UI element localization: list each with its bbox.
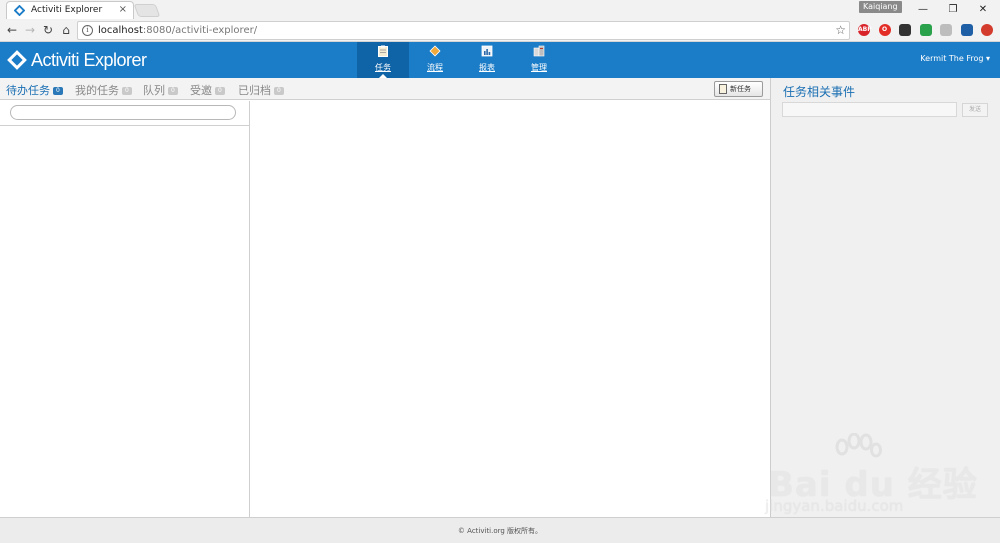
save-icon[interactable] <box>960 24 973 36</box>
process-diamond-icon <box>429 45 441 57</box>
opera-icon[interactable]: O <box>878 24 891 36</box>
window-close-icon[interactable]: ✕ <box>969 1 997 18</box>
report-chart-icon <box>481 45 493 57</box>
adblock-plus-icon[interactable]: ABP <box>858 24 872 36</box>
send-event-button[interactable]: 发送 <box>962 103 988 117</box>
count-badge: 0 <box>168 87 178 95</box>
main-nav: 任务 流程 报表 管理 <box>357 42 565 78</box>
subtab-inbox[interactable]: 待办任务 0 <box>6 82 63 98</box>
subtab-my-tasks[interactable]: 我的任务 0 <box>75 82 132 98</box>
app-footer: © Activiti.org 版权所有。 <box>0 517 1000 543</box>
browser-titlebar: Activiti Explorer × Kaiqiang — ❐ ✕ <box>0 0 1000 19</box>
logo-diamond-icon <box>7 50 27 70</box>
browser-profile-badge[interactable]: Kaiqiang <box>859 1 902 13</box>
new-task-button[interactable]: 新任务 <box>714 81 763 97</box>
chrome-app-icon[interactable] <box>919 24 932 36</box>
browser-toolbar: ← → ↻ ⌂ i localhost:8080/activiti-explor… <box>0 19 1000 42</box>
manage-server-icon <box>533 45 545 57</box>
new-task-label: 新任务 <box>730 85 751 93</box>
events-panel-title: 任务相关事件 <box>783 85 856 99</box>
main-nav-manage[interactable]: 管理 <box>513 42 565 78</box>
subtab-archived[interactable]: 已归档 0 <box>238 82 284 98</box>
bookmark-star-icon[interactable]: ☆ <box>835 23 846 38</box>
subtab-involved[interactable]: 受邀 0 <box>190 82 225 98</box>
main-nav-label: 任务 <box>375 63 391 72</box>
logo-text: Activiti Explorer <box>31 49 147 70</box>
spy-icon[interactable] <box>899 24 911 36</box>
tab-title: Activiti Explorer <box>31 5 103 15</box>
reload-icon[interactable]: ↻ <box>40 22 56 38</box>
notepad-icon[interactable] <box>940 24 952 36</box>
back-icon[interactable]: ← <box>4 22 20 38</box>
footer-copyright: © Activiti.org 版权所有。 <box>457 527 543 535</box>
main-nav-tasks[interactable]: 任务 <box>357 42 409 78</box>
task-list-panel <box>0 101 250 517</box>
app-logo[interactable]: Activiti Explorer <box>7 48 147 72</box>
forward-icon[interactable]: → <box>22 22 38 38</box>
address-url[interactable]: localhost:8080/activiti-explorer/ <box>98 25 257 36</box>
new-tab-button[interactable] <box>133 4 161 17</box>
tab-close-icon[interactable]: × <box>119 4 127 16</box>
main-nav-label: 管理 <box>531 63 547 72</box>
browser-tab-activiti[interactable]: Activiti Explorer × <box>6 1 134 19</box>
task-subtabs: 待办任务 0 我的任务 0 队列 0 受邀 0 已归档 0 新任务 <box>0 78 770 100</box>
new-task-icon <box>719 84 727 94</box>
task-detail-panel <box>251 101 770 517</box>
task-events-panel: 任务相关事件 发送 <box>770 78 1000 517</box>
clipboard-icon <box>378 45 388 57</box>
main-nav-label: 报表 <box>479 63 495 72</box>
restore-icon[interactable]: ❐ <box>939 1 967 18</box>
user-menu[interactable]: Kermit The Frog ▾ <box>920 54 990 63</box>
event-comment-input[interactable] <box>782 102 957 117</box>
address-bar[interactable]: i localhost:8080/activiti-explorer/ ☆ <box>77 21 850 40</box>
minimize-icon[interactable]: — <box>909 1 937 18</box>
site-info-icon[interactable]: i <box>82 25 93 36</box>
count-badge: 0 <box>122 87 132 95</box>
count-badge: 0 <box>274 87 284 95</box>
main-nav-process[interactable]: 流程 <box>409 42 461 78</box>
home-icon[interactable]: ⌂ <box>58 22 74 38</box>
app-header: Activiti Explorer 任务 流程 报表 管理 Kermit The… <box>0 42 1000 78</box>
count-badge: 0 <box>53 87 63 95</box>
main-nav-reports[interactable]: 报表 <box>461 42 513 78</box>
count-badge: 0 <box>215 87 225 95</box>
activiti-favicon-icon <box>14 5 25 16</box>
subtab-queued[interactable]: 队列 0 <box>143 82 178 98</box>
task-search-input[interactable] <box>10 105 236 120</box>
record-icon[interactable] <box>981 24 993 36</box>
main-nav-label: 流程 <box>427 63 443 72</box>
task-search-bar <box>0 101 250 126</box>
